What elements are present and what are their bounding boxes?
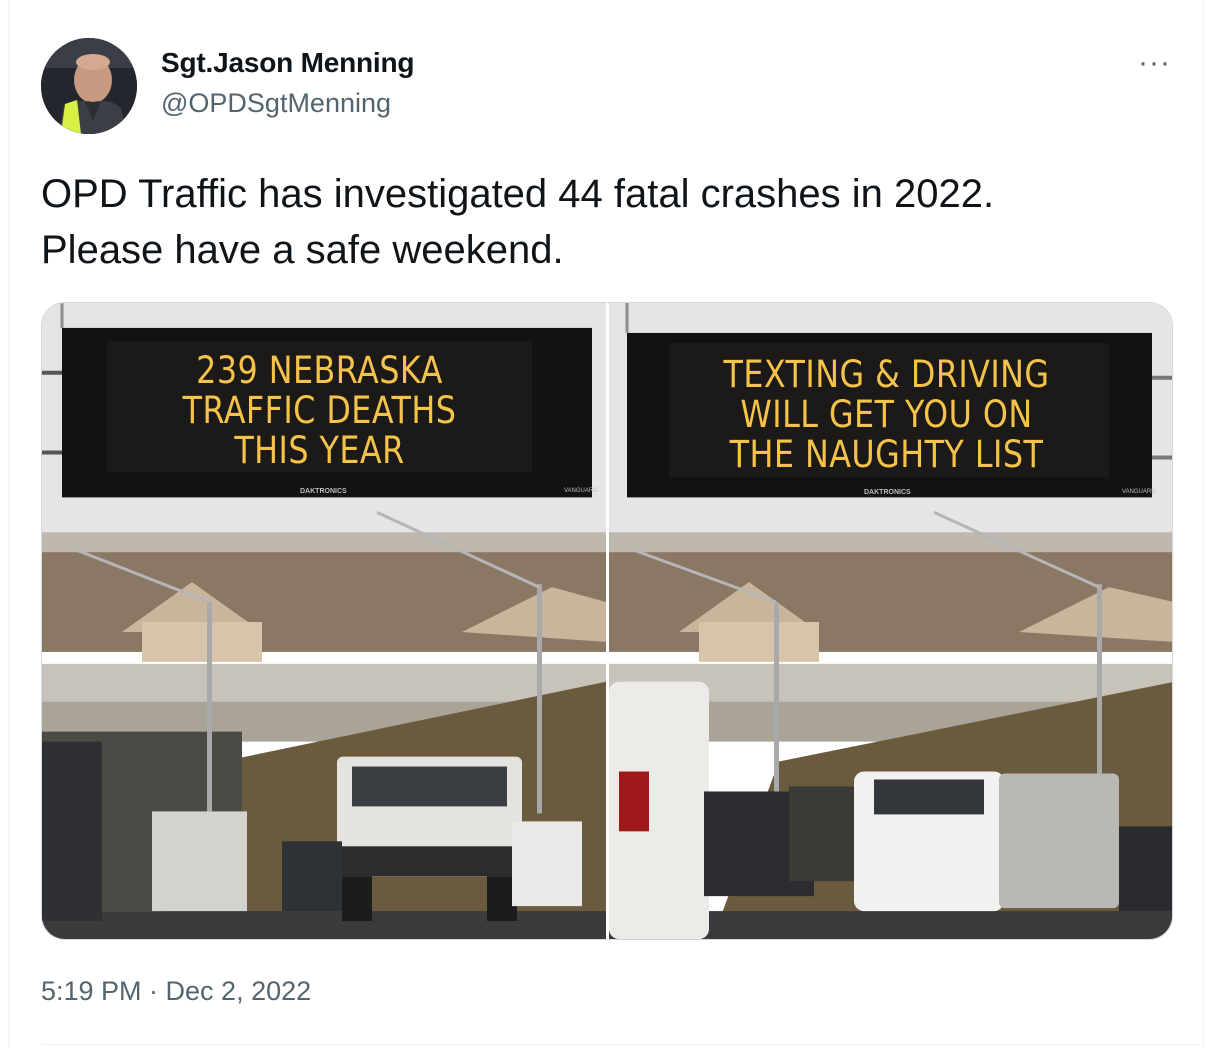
sign-1-line-3: THIS YEAR <box>234 429 405 472</box>
tweet-text-line-2: Please have a safe weekend. <box>41 228 564 272</box>
author-handle[interactable]: @OPDSgtMenning <box>161 88 391 119</box>
tweet-text: OPD Traffic has investigated 44 fatal cr… <box>41 166 1171 278</box>
media-grid: 239 NEBRASKA TRAFFIC DEATHS THIS YEAR DA… <box>41 302 1173 940</box>
sign-2-brand: DAKTRONICS <box>864 489 911 496</box>
photo-1[interactable]: 239 NEBRASKA TRAFFIC DEATHS THIS YEAR DA… <box>42 303 606 939</box>
tweet-text-line-1: OPD Traffic has investigated 44 fatal cr… <box>41 172 995 216</box>
sign-1-brand-2: VANGUARD <box>564 488 598 494</box>
avatar[interactable] <box>41 38 137 134</box>
sign-message-2: TEXTING & DRIVING WILL GET YOU ON THE NA… <box>695 355 1078 475</box>
tweet-timestamp[interactable]: 5:19 PM · Dec 2, 2022 <box>41 976 311 1007</box>
sign-2-line-3: THE NAUGHTY LIST <box>729 433 1044 476</box>
sign-message-1: 239 NEBRASKA TRAFFIC DEATHS THIS YEAR <box>132 351 506 471</box>
sign-1-line-2: TRAFFIC DEATHS <box>182 389 457 432</box>
sign-2-brand-2: VANGUARD <box>1122 489 1156 495</box>
avatar-photo <box>41 38 137 134</box>
sign-1-brand: DAKTRONICS <box>300 488 347 495</box>
more-options-icon[interactable]: ··· <box>1138 46 1171 80</box>
sign-1-line-1: 239 NEBRASKA <box>196 349 443 392</box>
divider <box>41 1044 1200 1045</box>
sign-2-line-1: TEXTING & DRIVING <box>723 353 1050 396</box>
author-display-name[interactable]: Sgt.Jason Menning <box>161 47 414 79</box>
photo-2[interactable]: TEXTING & DRIVING WILL GET YOU ON THE NA… <box>609 303 1172 939</box>
sign-2-line-2: WILL GET YOU ON <box>740 393 1033 436</box>
